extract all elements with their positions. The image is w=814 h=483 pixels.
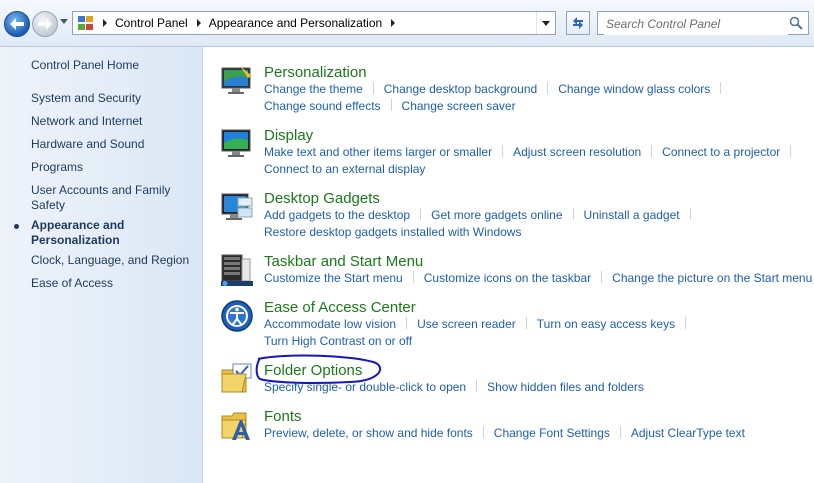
link-divider [390,99,392,111]
forward-button[interactable] [32,11,58,37]
link-divider [476,380,478,392]
link-divider [651,145,653,157]
link-uninstall-gadget[interactable]: Uninstall a gadget [584,208,680,222]
sidebar-item-hardware-sound[interactable]: Hardware and Sound [31,137,196,152]
arrow-right-icon [38,18,52,30]
link-change-sound-effects[interactable]: Change sound effects [264,99,381,113]
sidebar-item-system-security[interactable]: System and Security [31,91,196,106]
personalization-icon[interactable] [220,64,254,98]
annotation-oval [255,354,382,384]
display-title[interactable]: Display [264,127,313,144]
link-change-font-settings[interactable]: Change Font Settings [494,426,610,440]
fonts-icon[interactable] [220,408,254,442]
link-divider [601,271,603,283]
link-add-gadgets[interactable]: Add gadgets to the desktop [264,208,410,222]
link-change-start-picture[interactable]: Change the picture on the Start menu [612,271,812,285]
link-change-desktop-background[interactable]: Change desktop background [384,82,537,96]
link-divider [547,82,549,94]
breadcrumb-chevron-icon[interactable] [196,19,201,27]
desktop-gadgets-links-row2: Restore desktop gadgets installed with W… [264,225,521,239]
address-history-dropdown[interactable] [536,12,555,34]
sidebar-item-programs[interactable]: Programs [31,160,196,175]
desktop-gadgets-title[interactable]: Desktop Gadgets [264,190,380,207]
control-panel-icon [78,16,94,30]
link-customize-start-menu[interactable]: Customize the Start menu [264,271,403,285]
link-connect-projector[interactable]: Connect to a projector [662,145,780,159]
sidebar-item-clock-language[interactable]: Clock, Language, and Region [31,253,196,268]
personalization-links-row2: Change sound effects Change screen saver [264,99,516,113]
link-customize-taskbar-icons[interactable]: Customize icons on the taskbar [424,271,591,285]
display-links: Make text and other items larger or smal… [264,145,801,159]
address-bar[interactable]: Control Panel Appearance and Personaliza… [72,11,556,35]
refresh-button[interactable] [566,11,590,35]
sidebar-item-network[interactable]: Network and Internet [31,114,196,129]
refresh-icon [573,17,583,29]
ease-of-access-links: Accommodate low vision Use screen reader T… [264,317,696,331]
fonts-links: Preview, delete, or show and hide fonts C… [264,426,745,440]
link-connect-external-display[interactable]: Connect to an external display [264,162,425,176]
search-input[interactable] [604,13,788,35]
display-icon[interactable] [220,127,254,161]
link-change-screen-saver[interactable]: Change screen saver [402,99,516,113]
link-divider [790,145,792,157]
folder-options-icon[interactable] [220,362,254,396]
desktop-gadgets-links: Add gadgets to the desktop Get more gadge… [264,208,701,222]
display-links-row2: Connect to an external display [264,162,425,176]
sidebar-control-panel-home[interactable]: Control Panel Home [31,58,196,73]
personalization-title[interactable]: Personalization [264,64,367,81]
arrow-left-icon [10,18,24,30]
search-box[interactable] [597,11,809,35]
chevron-down-icon [542,20,550,26]
link-adjust-resolution[interactable]: Adjust screen resolution [513,145,641,159]
sidebar-item-ease-of-access[interactable]: Ease of Access [31,276,196,291]
link-high-contrast[interactable]: Turn High Contrast on or off [264,334,412,348]
ease-of-access-links-row2: Turn High Contrast on or off [264,334,412,348]
taskbar-start-menu-title[interactable]: Taskbar and Start Menu [264,253,423,270]
ease-of-access-center-title[interactable]: Ease of Access Center [264,299,416,316]
link-get-more-gadgets[interactable]: Get more gadgets online [431,208,562,222]
link-restore-gadgets[interactable]: Restore desktop gadgets installed with W… [264,225,521,239]
link-change-theme[interactable]: Change the theme [264,82,363,96]
ease-of-access-icon[interactable] [220,299,254,333]
link-divider [619,426,621,438]
link-make-text-larger[interactable]: Make text and other items larger or smal… [264,145,492,159]
breadcrumb-chevron-icon[interactable] [103,19,107,27]
link-divider [685,317,687,329]
link-divider [412,271,414,283]
link-divider [525,317,527,329]
taskbar-links: Customize the Start menu Customize icons … [264,271,812,285]
link-use-screen-reader[interactable]: Use screen reader [417,317,516,331]
link-change-glass-colors[interactable]: Change window glass colors [558,82,710,96]
navigation-bar: Control Panel Appearance and Personaliza… [0,0,814,47]
taskbar-icon[interactable] [220,253,254,287]
link-divider [689,208,691,220]
link-adjust-cleartype[interactable]: Adjust ClearType text [631,426,745,440]
link-easy-access-keys[interactable]: Turn on easy access keys [537,317,675,331]
link-preview-fonts[interactable]: Preview, delete, or show and hide fonts [264,426,473,440]
link-divider [420,208,422,220]
link-divider [502,145,504,157]
breadcrumb-chevron-icon[interactable] [391,19,396,27]
sidebar: Control Panel Home System and Security N… [0,47,203,483]
link-divider [572,208,574,220]
breadcrumb-control-panel[interactable]: Control Panel [115,16,188,30]
link-divider [720,82,722,94]
link-accommodate-low-vision[interactable]: Accommodate low vision [264,317,396,331]
search-icon[interactable] [789,16,803,30]
desktop-gadgets-icon[interactable] [220,190,254,224]
link-divider [372,82,374,94]
breadcrumb-appearance[interactable]: Appearance and Personalization [209,16,382,30]
fonts-title[interactable]: Fonts [264,408,302,425]
back-button[interactable] [4,11,30,37]
recent-pages-dropdown[interactable] [60,19,68,24]
link-divider [482,426,484,438]
sidebar-item-user-accounts[interactable]: User Accounts and Family Safety [31,183,181,213]
sidebar-item-appearance[interactable]: Appearance and Personalization [31,218,141,248]
personalization-links: Change the theme Change desktop backgroun… [264,82,731,96]
link-show-hidden-files[interactable]: Show hidden files and folders [487,380,644,394]
active-item-bullet [14,224,19,229]
link-divider [406,317,408,329]
